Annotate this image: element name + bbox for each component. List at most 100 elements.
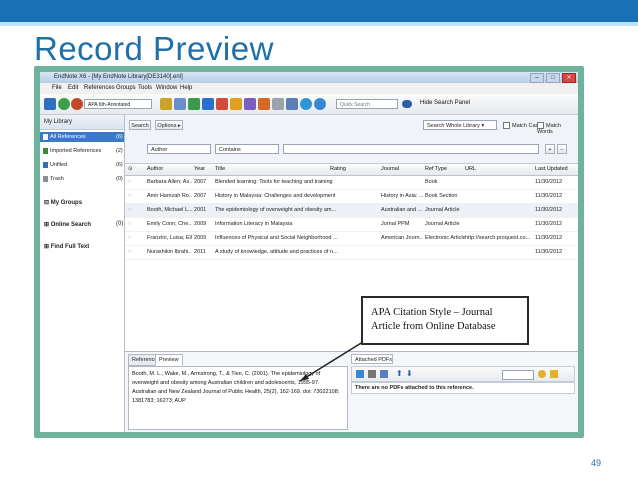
cell-year: 2011 [194,249,206,255]
search-value-input[interactable] [283,144,539,154]
cell-year: 2007 [194,193,207,199]
window-title-bar: EndNote X6 - [My EndNote Library[DE3140]… [40,72,578,83]
search-button[interactable]: Search [129,120,151,130]
preview-pane: Reference Preview Booth, M. L., Wake, M.… [125,351,578,432]
hide-search-panel-button[interactable]: Hide Search Panel [420,100,470,106]
cell-author: Amir Hamzah Ro... [147,193,192,199]
citation-preview: Booth, M. L., Wake, M., Armstrong, T., &… [128,366,348,430]
sidebar-group-find-full-text[interactable]: ⊞ Find Full Text [44,243,89,250]
integrated-mode-icon[interactable] [71,98,83,110]
cell-last-updated: 11/30/2012 [535,221,563,227]
highlight-icon[interactable] [538,370,546,378]
attachment-column-icon[interactable]: ⊙ [128,166,133,172]
export-icon[interactable] [216,98,228,110]
table-row[interactable]: ○ Amir Hamzah Ro... 2007 History in Mala… [125,190,578,204]
sidebar-group-label: Find Full Text [50,244,90,250]
maximize-button[interactable]: □ [546,73,560,83]
column-last-updated[interactable]: Last Updated [535,166,568,172]
column-ref-type[interactable]: Ref Type [425,166,447,172]
minimize-button[interactable]: – [530,73,544,83]
sidebar-item-count: (2) [116,148,123,154]
remove-search-row-button[interactable]: – [557,144,567,154]
column-url[interactable]: URL [465,166,476,172]
menu-tools[interactable]: Tools [138,85,152,91]
sidebar-item-imported-references[interactable]: Imported References (2) [40,146,124,156]
slide-title: Record Preview [34,30,274,67]
search-field-select[interactable]: Author [147,144,211,154]
sidebar-group-online-search[interactable]: ⊞ Online Search (0) [44,221,124,228]
cell-title: Information Literacy in Malaysia [215,221,293,227]
zoom-input[interactable] [502,370,534,380]
help-icon[interactable] [314,98,326,110]
table-row[interactable]: ○ Barbara Allen; As... 2007 Blended lear… [125,176,578,190]
search-icon[interactable] [402,100,412,108]
library-header: My Library [40,115,124,130]
local-library-mode-icon[interactable] [44,98,56,110]
cell-author: Booth, Michael L.... [147,207,192,213]
cell-title: History in Malaysia: Challenges and deve… [215,193,336,199]
find-full-text-icon[interactable] [230,98,242,110]
column-rating[interactable]: Rating [330,166,346,172]
trash-icon [43,176,48,182]
cell-year: 2001 [194,207,207,213]
online-search-mode-icon[interactable] [58,98,70,110]
library-icon [43,134,48,140]
cell-author: Nurashikin Ibrahi... [147,249,192,255]
cell-journal: Jurnal PPM [381,221,410,227]
sync-icon[interactable] [300,98,312,110]
close-button[interactable]: ✕ [562,73,576,83]
menu-references[interactable]: References [84,85,115,91]
table-row[interactable]: ○ Franzini, Luisa; Elli... 2009 Influenc… [125,232,578,246]
prev-page-icon[interactable]: ⬆ [396,369,403,378]
cell-ref-type: Journal Article [425,207,460,213]
menu-edit[interactable]: Edit [68,85,78,91]
slide-top-stripe [0,22,638,26]
sidebar-item-unfiled[interactable]: Unfiled (6) [40,160,124,170]
word-icon[interactable] [286,98,298,110]
cell-year: 2009 [194,235,207,241]
menu-groups[interactable]: Groups [116,85,136,91]
new-reference-icon[interactable] [188,98,200,110]
table-row[interactable]: ○ Nurashikin Ibrahi... 2011 A study of k… [125,246,578,260]
sidebar-item-label: Unfiled [50,162,68,168]
format-paper-icon[interactable] [272,98,284,110]
save-icon[interactable] [380,370,388,378]
menu-window[interactable]: Window [156,85,177,91]
search-scope-select[interactable]: Search Whole Library ▾ [423,120,497,130]
note-icon[interactable] [550,370,558,378]
search-operator-select[interactable]: Contains [215,144,279,154]
table-row[interactable]: ○ Emily Conn; Che... 2009 Information Li… [125,218,578,232]
insert-citation-icon[interactable] [160,98,172,110]
sidebar-group-my-groups[interactable]: ⊟ My Groups [44,199,82,206]
menu-help[interactable]: Help [180,85,192,91]
tab-preview[interactable]: Preview [155,354,183,366]
open-pdf-icon[interactable] [356,370,364,378]
match-words-checkbox[interactable]: Match Words [537,122,578,135]
menu-file[interactable]: File [52,85,62,91]
cell-author: Emily Conn; Che... [147,221,192,227]
open-link-icon[interactable] [244,98,256,110]
sidebar-item-all-references[interactable]: All References (6) [40,132,124,142]
tab-attached-pdfs[interactable]: Attached PDFs [351,354,393,364]
callout-box: APA Citation Style – Journal Article fro… [361,296,529,345]
column-author[interactable]: Author [147,166,163,172]
column-title[interactable]: Title [215,166,225,172]
add-search-row-button[interactable]: + [545,144,555,154]
open-file-icon[interactable] [258,98,270,110]
next-page-icon[interactable]: ⬇ [406,369,413,378]
print-icon[interactable] [368,370,376,378]
sidebar-item-trash[interactable]: Trash (0) [40,174,124,184]
cell-journal: History in Asia: ... [381,193,423,199]
output-style-select[interactable]: APA 6th-Annotated [84,99,152,109]
cell-title: Blended learning: Tools for teaching and… [215,179,333,185]
match-case-checkbox[interactable]: Match Case [503,122,541,129]
quick-search-input[interactable]: Quick Search [336,99,398,109]
import-icon [43,148,48,154]
search-online-icon[interactable] [174,98,186,110]
column-year[interactable]: Year [194,166,205,172]
main-toolbar: APA 6th-Annotated Quick Search Hide Sear… [40,94,578,115]
import-icon[interactable] [202,98,214,110]
column-journal[interactable]: Journal [381,166,399,172]
options-button[interactable]: Options ▸ [155,120,183,130]
table-row-selected[interactable]: ○ Booth, Michael L.... 2001 The epidemio… [125,204,578,218]
